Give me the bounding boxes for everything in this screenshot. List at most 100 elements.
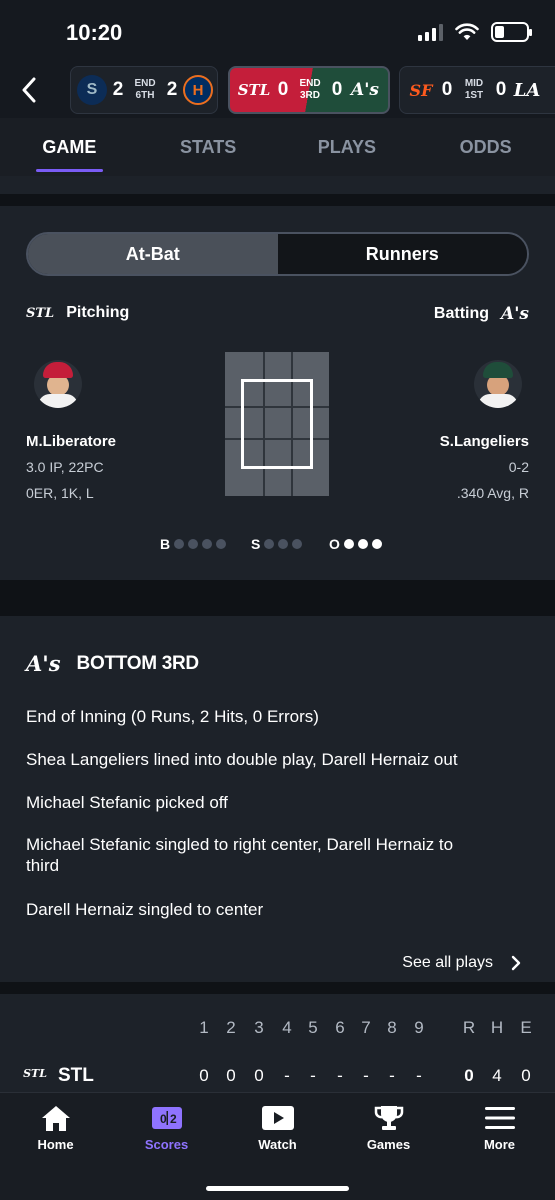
team-abbrev: STL — [58, 1065, 94, 1086]
batter-name[interactable]: S.Langeliers — [440, 433, 529, 450]
strikes-label: S — [251, 536, 261, 552]
top-strip — [0, 176, 555, 194]
pitching-label: STL Pitching — [26, 304, 129, 322]
inning-title: BOTTOM 3RD — [76, 652, 200, 674]
athletics-logo-icon: A's — [26, 651, 61, 676]
nav-home-label: Home — [37, 1137, 74, 1152]
play-item: End of Inning (0 Runs, 2 Hits, 0 Errors) — [26, 707, 319, 726]
outs-count: O — [329, 536, 382, 552]
balls-count: B — [160, 536, 227, 552]
trophy-icon — [374, 1106, 403, 1130]
home-icon — [41, 1106, 70, 1131]
tab-stats[interactable]: STATS — [139, 118, 278, 176]
svg-text:2: 2 — [170, 1112, 177, 1126]
chevron-left-icon — [22, 77, 36, 103]
strike-dot — [264, 539, 275, 549]
balls-label: B — [160, 536, 171, 552]
tab-odds[interactable]: ODDS — [416, 118, 555, 176]
at-bat-runners-toggle: At-Bat Runners — [26, 232, 529, 276]
see-all-label: See all plays — [402, 954, 493, 971]
play-item: Shea Langeliers lined into double play, … — [26, 750, 458, 769]
away-score: 0 — [277, 79, 289, 100]
scores-ribbon: S 2 END 6TH 2 H STL 0 END 3RD 0 A's SF 0 M… — [0, 62, 555, 118]
status-bar: 10:20 — [0, 0, 555, 62]
home-score: 0 — [331, 79, 343, 100]
game-card-sf-la[interactable]: SF 0 MID 1ST 0 LA — [399, 66, 555, 114]
outs-label: O — [329, 536, 340, 552]
strike-zone — [225, 352, 329, 496]
pitcher-line1: 3.0 IP, 22PC — [26, 459, 104, 475]
plays-header: A's BOTTOM 3RD — [26, 651, 199, 676]
out-dot — [357, 539, 368, 549]
bottom-nav: Home 02 Scores Watch Games More — [0, 1092, 555, 1200]
ball-dot — [188, 539, 199, 549]
ball-dot — [174, 539, 185, 549]
cellular-signal-icon — [418, 23, 443, 41]
tab-game[interactable]: GAME — [0, 118, 139, 176]
status-icons — [418, 22, 532, 42]
home-score: 0 — [495, 79, 507, 100]
nav-games[interactable]: Games — [333, 1093, 444, 1200]
strikes-count: S — [251, 536, 303, 552]
mariners-logo-icon: S — [77, 75, 107, 105]
athletics-logo-icon: A's — [501, 304, 529, 324]
wifi-icon — [455, 23, 479, 40]
dodgers-logo-icon: LA — [513, 79, 541, 101]
batting-label: Batting A's — [434, 304, 529, 324]
batter-avatar[interactable] — [474, 360, 522, 408]
home-indicator — [206, 1186, 349, 1191]
nav-scores-label: Scores — [144, 1137, 189, 1152]
play-item: Michael Stefanic picked off — [26, 793, 228, 812]
out-dot — [343, 539, 354, 549]
nav-games-label: Games — [366, 1137, 411, 1152]
ball-dot — [202, 539, 213, 549]
battery-icon — [491, 22, 532, 42]
nav-home[interactable]: Home — [0, 1093, 111, 1200]
tab-plays[interactable]: PLAYS — [278, 118, 417, 176]
nav-more-label: More — [483, 1137, 516, 1152]
at-bat-panel: At-Bat Runners STL Pitching Batting A's … — [0, 206, 555, 580]
pitching-text: Pitching — [66, 304, 130, 321]
scores-icon: 02 — [151, 1107, 182, 1129]
cardinals-logo-icon: STL — [26, 305, 55, 321]
play-item: Darell Hernaiz singled to center — [26, 900, 264, 919]
game-state: END 3RD — [299, 78, 321, 101]
athletics-logo-icon: A's — [351, 80, 379, 100]
away-score: 2 — [112, 79, 124, 100]
strike-dot — [278, 539, 289, 549]
svg-text:0: 0 — [160, 1112, 167, 1126]
pitcher-avatar[interactable] — [34, 360, 82, 408]
pitcher-name[interactable]: M.Liberatore — [26, 433, 116, 450]
play-item: Michael Stefanic singled to right center… — [26, 835, 454, 875]
see-all-plays-link[interactable]: See all plays — [402, 954, 521, 972]
strike-dot — [292, 539, 303, 549]
linescore-panel: 1 2 3 4 5 6 7 8 9 R H E STL STL 0 0 0 - … — [0, 994, 555, 1092]
batter-line1: 0-2 — [508, 459, 529, 475]
nav-watch-label: Watch — [258, 1137, 297, 1152]
status-time: 10:20 — [66, 20, 123, 45]
astros-logo-icon: H — [183, 75, 213, 105]
runners-toggle-option[interactable]: Runners — [277, 234, 527, 274]
nav-watch[interactable]: Watch — [222, 1093, 333, 1200]
batting-text: Batting — [433, 305, 490, 322]
giants-logo-icon: SF — [409, 80, 433, 100]
pitcher-line2: 0ER, 1K, L — [26, 485, 94, 501]
cardinals-logo-icon: STL — [23, 1067, 47, 1080]
game-state: MID 1ST — [464, 78, 484, 101]
game-card-sea-hou[interactable]: S 2 END 6TH 2 H — [70, 66, 218, 114]
game-tabs: GAME STATS PLAYS ODDS — [0, 118, 555, 176]
menu-icon — [484, 1107, 515, 1129]
play-icon — [261, 1106, 294, 1130]
nav-more[interactable]: More — [444, 1093, 555, 1200]
game-state: END 6TH — [134, 78, 156, 101]
game-card-stl-oak[interactable]: STL 0 END 3RD 0 A's — [228, 66, 390, 114]
at-bat-toggle-option[interactable]: At-Bat — [28, 234, 278, 274]
batter-line2: .340 Avg, R — [456, 485, 529, 501]
plays-panel: A's BOTTOM 3RD End of Inning (0 Runs, 2 … — [0, 616, 555, 982]
chevron-right-icon — [511, 955, 521, 971]
back-button[interactable] — [12, 72, 46, 108]
strike-zone-box — [241, 379, 313, 469]
home-score: 2 — [166, 79, 178, 100]
away-score: 0 — [441, 79, 453, 100]
nav-scores[interactable]: 02 Scores — [111, 1093, 222, 1200]
